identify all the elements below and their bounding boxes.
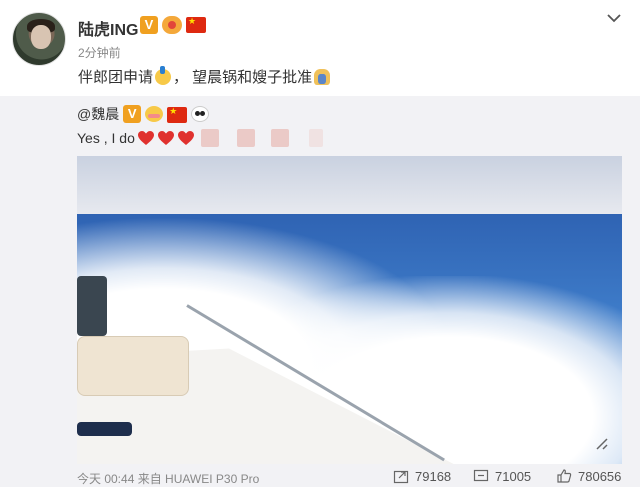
blurred-emoji — [270, 129, 289, 147]
avatar[interactable] — [12, 12, 66, 66]
blurred-emoji — [200, 129, 219, 147]
comment-count: 71005 — [495, 468, 532, 484]
like-count: 780656 — [578, 468, 622, 484]
video-object — [77, 422, 132, 436]
post-text: 伴郎团申请 ， 望晨锅和嫂子批准 — [78, 65, 332, 87]
heart-icon — [137, 130, 155, 146]
post-timestamp[interactable]: 2分钟前 — [78, 44, 121, 61]
verified-badge: V — [140, 16, 158, 34]
video-cushion — [77, 336, 189, 396]
repost-button[interactable]: 79168 — [393, 468, 451, 484]
chevron-down-icon[interactable] — [606, 10, 622, 26]
raise-hand-emoji-icon — [155, 65, 172, 85]
like-button[interactable]: 780656 — [556, 468, 621, 484]
video-player[interactable] — [77, 156, 622, 464]
like-icon — [557, 469, 572, 483]
repost-time-source[interactable]: 今天 00:44 来自 HUAWEI P30 Pro — [77, 470, 259, 487]
repost-verified-badge: V — [123, 105, 142, 123]
author-badges: V — [140, 16, 206, 34]
shy-emoji-icon — [145, 106, 164, 122]
china-flag-icon — [186, 16, 206, 33]
repost-count: 79168 — [415, 468, 452, 484]
post-author[interactable]: 陆虎ING — [78, 16, 138, 40]
reposted-content: @魏晨 V Yes , I do — [0, 96, 640, 487]
video-sky — [77, 156, 622, 214]
fullscreen-icon[interactable] — [594, 436, 610, 452]
weibo-post: 陆虎ING V 2分钟前 伴郎团申请 ， 望晨锅和嫂子批准 @魏晨 V Yes … — [0, 0, 640, 487]
repost-author-line: @魏晨 V — [77, 104, 210, 124]
repost-icon — [393, 470, 409, 484]
cheer-badge-icon — [162, 16, 182, 34]
avatar-face — [31, 25, 51, 49]
post-text-part2: ， 望晨锅和嫂子批准 — [173, 69, 313, 86]
post-text-part1: 伴郎团申请 — [78, 69, 154, 86]
heart-icon — [177, 130, 195, 146]
repost-china-flag-icon — [167, 106, 188, 123]
panda-icon — [191, 106, 210, 122]
repost-text-content: Yes , I do — [77, 130, 135, 146]
comment-icon — [473, 469, 489, 482]
blurred-emoji — [308, 129, 323, 147]
repost-author[interactable]: @魏晨 — [77, 104, 119, 124]
blurred-emoji — [236, 129, 255, 147]
heart-icon — [157, 130, 175, 146]
comment-button[interactable]: 71005 — [473, 468, 531, 484]
pray-emoji-icon — [314, 68, 331, 85]
video-engine — [77, 276, 107, 336]
repost-footer: 今天 00:44 来自 HUAWEI P30 Pro 79168 71005 7… — [0, 468, 640, 487]
repost-text: Yes , I do — [77, 129, 323, 147]
